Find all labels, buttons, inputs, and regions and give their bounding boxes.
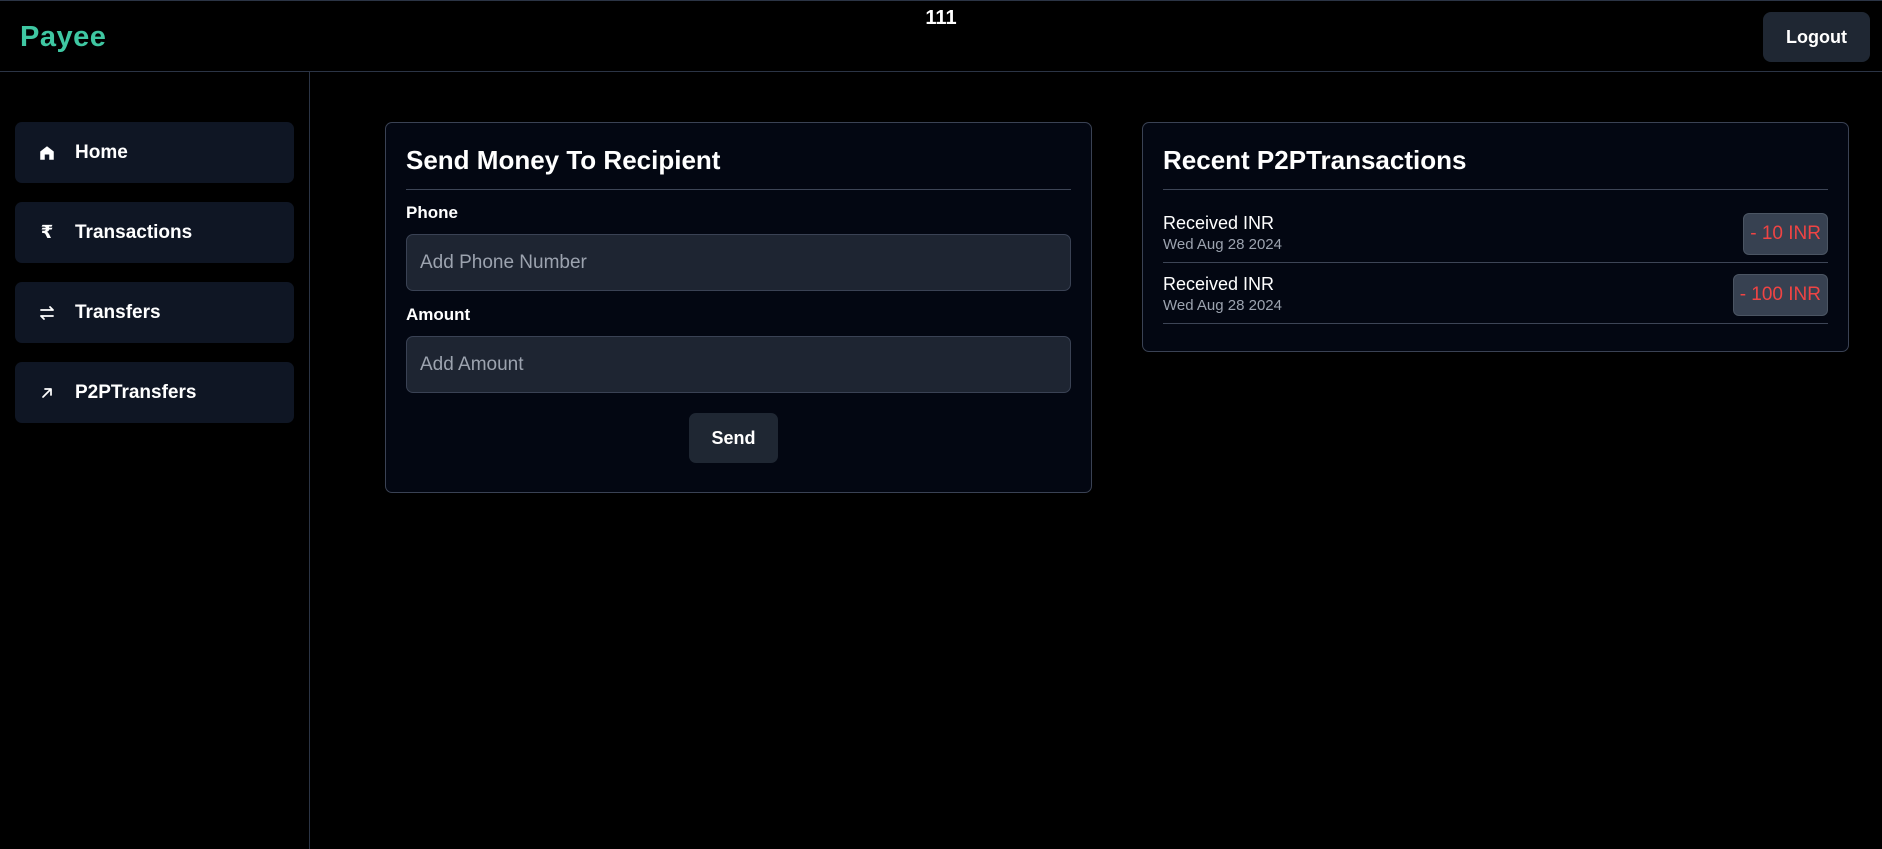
transaction-row: Received INR Wed Aug 28 2024 - 10 INR <box>1163 213 1828 263</box>
user-identifier: 111 <box>925 7 957 29</box>
sidebar-item-transfers[interactable]: Transfers <box>15 282 294 343</box>
send-money-title: Send Money To Recipient <box>406 145 721 175</box>
sidebar-item-label: Transfers <box>75 301 161 323</box>
sidebar-item-p2ptransfers[interactable]: P2PTransfers <box>15 362 294 423</box>
sidebar-item-transactions[interactable]: ₹ Transactions <box>15 202 294 263</box>
amount-input[interactable] <box>406 336 1071 393</box>
send-money-card: Send Money To Recipient Phone Amount Sen… <box>385 122 1092 493</box>
sidebar-item-label: P2PTransfers <box>75 381 197 403</box>
transaction-title: Received INR <box>1163 213 1275 233</box>
sidebar-item-home[interactable]: Home <box>15 122 294 183</box>
divider <box>406 189 1071 190</box>
recent-transactions-title: Recent P2PTransactions <box>1163 145 1467 175</box>
sidebar-item-label: Home <box>75 141 128 163</box>
logout-button[interactable]: Logout <box>1763 12 1870 62</box>
transaction-date: Wed Aug 28 2024 <box>1163 236 1282 253</box>
transaction-date: Wed Aug 28 2024 <box>1163 297 1282 314</box>
arrow-up-right-icon <box>37 383 57 403</box>
transaction-row: Received INR Wed Aug 28 2024 - 100 INR <box>1163 274 1828 324</box>
transaction-title: Received INR <box>1163 274 1275 294</box>
amount-label: Amount <box>406 305 471 324</box>
transaction-amount-badge: - 10 INR <box>1743 213 1828 255</box>
swap-arrows-icon <box>37 303 57 323</box>
sidebar: Home ₹ Transactions Transfers P2PTransfe… <box>0 72 310 849</box>
recent-transactions-card: Recent P2PTransactions Received INR Wed … <box>1142 122 1849 352</box>
home-icon <box>37 143 57 163</box>
top-bar: Payee 111 Logout <box>0 0 1882 72</box>
divider <box>1163 189 1828 190</box>
phone-label: Phone <box>406 203 458 222</box>
rupee-icon: ₹ <box>40 222 54 242</box>
transaction-amount-badge: - 100 INR <box>1732 274 1828 316</box>
phone-input[interactable] <box>406 234 1071 291</box>
send-button[interactable]: Send <box>689 413 778 463</box>
sidebar-item-label: Transactions <box>75 221 193 243</box>
